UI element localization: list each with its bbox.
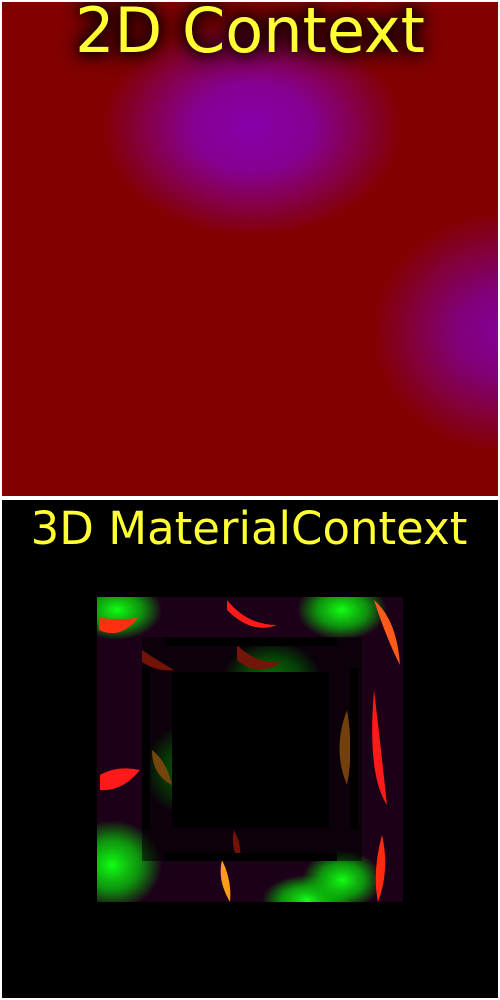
3d-scene — [97, 597, 403, 902]
center-hole — [172, 672, 329, 828]
3d-material-context-canvas: 3D MaterialContext — [2, 500, 498, 998]
2d-context-title: 2D Context — [75, 2, 425, 67]
2d-context-canvas: 2D Context — [2, 2, 498, 496]
3d-context-title: 3D MaterialContext — [30, 502, 468, 555]
